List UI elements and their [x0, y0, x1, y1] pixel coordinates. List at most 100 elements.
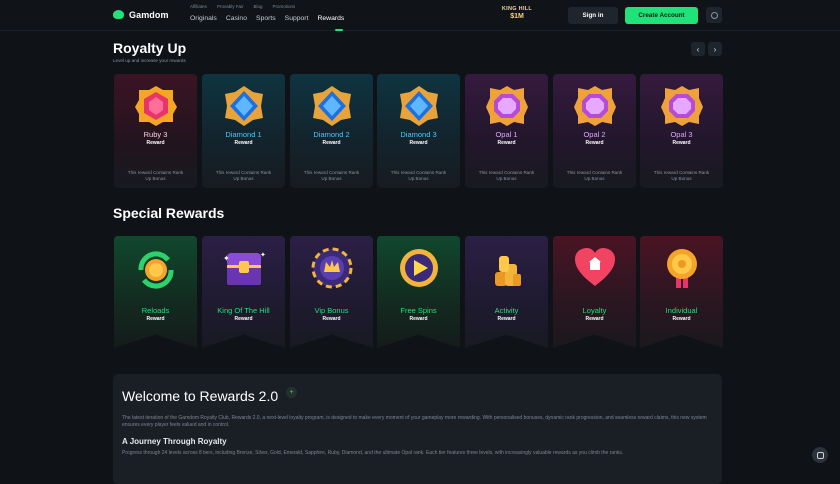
card-desc: This reward Contains Rank Up Bonus [215, 170, 272, 181]
special-card-individual[interactable]: Individual Reward [640, 236, 723, 348]
card-tag: Reward [497, 140, 516, 146]
card-name: Opal 3 [670, 130, 693, 139]
king-of-the-hill-promo[interactable]: KING HILL $1M [497, 6, 537, 28]
support-chat-button[interactable] [812, 447, 828, 463]
diamond-badge-icon [394, 82, 444, 130]
card-name: Reloads [141, 306, 170, 315]
special-card-loyalty[interactable]: Loyalty Reward [553, 236, 636, 348]
journey-paragraph: Progress through 24 levels across 8 tier… [122, 450, 624, 456]
nav-link-provably-fair[interactable]: Provably Fair [217, 4, 244, 9]
opal-badge-icon [570, 82, 620, 130]
special-card-vip-bonus[interactable]: Vip Bonus Reward [290, 236, 373, 348]
card-desc: This reward Contains Rank Up Bonus [478, 170, 535, 181]
promo-line1: KING HILL [501, 6, 533, 12]
card-name: Opal 2 [583, 130, 606, 139]
special-card-reloads[interactable]: Reloads Reward [114, 236, 197, 348]
royalty-card-diamond-2[interactable]: Diamond 2 Reward This reward Contains Ra… [290, 74, 373, 188]
top-header: Gamdom Affiliates Provably Fair Blog Pro… [0, 0, 840, 31]
card-name: Diamond 1 [225, 130, 262, 139]
carousel-prev-button[interactable]: ‹ [691, 42, 705, 56]
royalty-card-diamond-3[interactable]: Diamond 3 Reward This reward Contains Ra… [377, 74, 460, 188]
sign-in-button[interactable]: Sign in [568, 7, 618, 24]
card-tag: Reward [585, 316, 604, 322]
globe-icon [710, 11, 718, 19]
card-tag: Reward [234, 316, 253, 322]
nav-link-blog[interactable]: Blog [253, 4, 262, 9]
card-desc: This reward Contains Rank Up Bonus [566, 170, 623, 181]
nav-link-promotions[interactable]: Promotions [272, 4, 295, 9]
welcome-panel: Welcome to Rewards 2.0 + The latest iter… [113, 374, 722, 484]
play-icon [394, 244, 444, 292]
card-name: King Of The Hill [217, 306, 270, 315]
nav-link-originals[interactable]: Originals [190, 15, 217, 22]
reload-coin-icon [131, 246, 181, 294]
welcome-paragraph: The latest iteration of the Gamdom Royal… [122, 415, 707, 428]
card-name: Diamond 3 [400, 130, 437, 139]
royalty-card-opal-3[interactable]: Opal 3 Reward This reward Contains Rank … [640, 74, 723, 188]
logo-text: Gamdom [129, 9, 169, 20]
royalty-title: Royalty Up [113, 40, 187, 56]
card-tag: Reward [322, 316, 341, 322]
nav-link-affiliates[interactable]: Affiliates [190, 4, 207, 9]
carousel-next-button[interactable]: › [708, 42, 722, 56]
card-tag: Reward [672, 140, 691, 146]
coin-stack-icon [482, 244, 532, 292]
svg-text:✦: ✦ [260, 251, 266, 259]
special-card-free-spins[interactable]: Free Spins Reward [377, 236, 460, 348]
card-tag: Reward [585, 140, 604, 146]
card-desc: This reward Contains Rank Up Bonus [653, 170, 710, 181]
special-rewards-title: Special Rewards [113, 205, 225, 221]
card-name: Free Spins [400, 306, 437, 315]
royalty-card-opal-1[interactable]: Opal 1 Reward This reward Contains Rank … [465, 74, 548, 188]
treasure-chest-icon: ✦ ✦ [219, 244, 269, 292]
card-tag: Reward [234, 140, 253, 146]
medal-icon [657, 244, 707, 292]
main-nav: Affiliates Provably Fair Blog Promotions… [190, 4, 344, 22]
card-name: Activity [494, 306, 519, 315]
card-name: Diamond 2 [313, 130, 350, 139]
active-tab-indicator [335, 29, 343, 31]
nav-link-sports[interactable]: Sports [256, 15, 276, 22]
nav-link-rewards[interactable]: Rewards [317, 15, 344, 22]
card-tag: Reward [409, 140, 428, 146]
opal-badge-icon [482, 82, 532, 130]
special-card-activity[interactable]: Activity Reward [465, 236, 548, 348]
create-account-button[interactable]: Create Account [625, 7, 698, 24]
card-tag: Reward [146, 140, 165, 146]
card-desc: This reward Contains Rank Up Bonus [390, 170, 447, 181]
card-name: Individual [665, 306, 698, 315]
card-tag: Reward [409, 316, 428, 322]
journey-heading: A Journey Through Royalty [122, 437, 227, 446]
heart-icon [570, 244, 620, 292]
royalty-card-opal-2[interactable]: Opal 2 Reward This reward Contains Rank … [553, 74, 636, 188]
card-tag: Reward [322, 140, 341, 146]
welcome-title: Welcome to Rewards 2.0 [122, 388, 279, 404]
royalty-card-diamond-1[interactable]: Diamond 1 Reward This reward Contains Ra… [202, 74, 285, 188]
card-name: Vip Bonus [314, 306, 349, 315]
primary-nav: Originals Casino Sports Support Rewards [190, 15, 344, 22]
logo[interactable]: Gamdom [113, 9, 169, 20]
diamond-badge-icon [219, 82, 269, 130]
card-tag: Reward [146, 316, 165, 322]
opal-badge-icon [657, 82, 707, 130]
card-tag: Reward [497, 316, 516, 322]
card-tag: Reward [672, 316, 691, 322]
card-desc: This reward Contains Rank Up Bonus [303, 170, 360, 181]
ruby-badge-icon [131, 82, 181, 130]
vip-chip-icon [307, 244, 357, 292]
diamond-badge-icon [307, 82, 357, 130]
card-name: Ruby 3 [143, 130, 168, 139]
nav-link-casino[interactable]: Casino [226, 15, 247, 22]
language-button[interactable] [706, 7, 722, 23]
royalty-card-ruby-3[interactable]: Ruby 3 Reward This reward Contains Rank … [114, 74, 197, 188]
card-name: Loyalty [582, 306, 607, 315]
plus-icon[interactable]: + [286, 387, 297, 398]
card-name: Opal 1 [495, 130, 518, 139]
special-card-king-of-the-hill[interactable]: ✦ ✦ King Of The Hill Reward [202, 236, 285, 348]
secondary-nav: Affiliates Provably Fair Blog Promotions [190, 4, 344, 9]
chat-icon [816, 451, 824, 459]
promo-line2: $1M [510, 13, 524, 20]
royalty-subtitle: Level up and increase your rewards [113, 58, 186, 63]
svg-text:✦: ✦ [223, 254, 230, 263]
nav-link-support[interactable]: Support [285, 15, 309, 22]
